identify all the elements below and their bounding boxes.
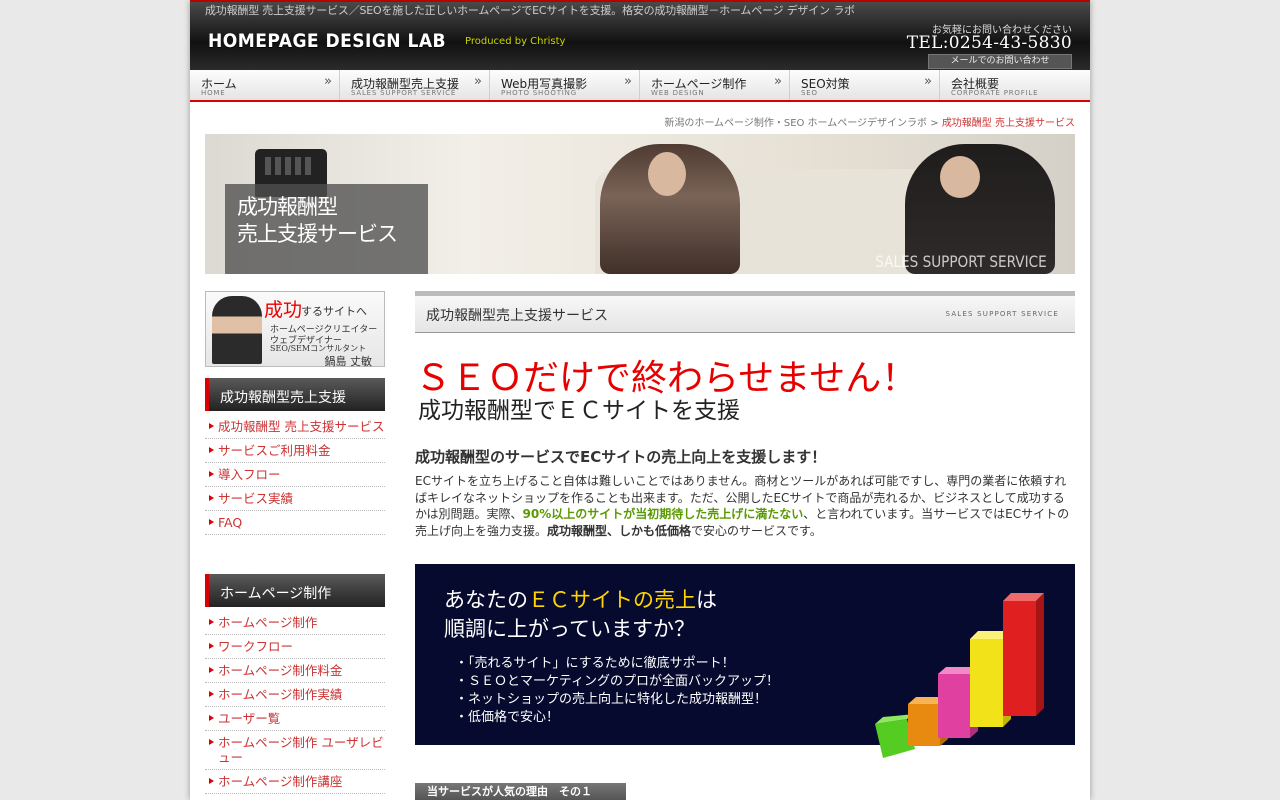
site-tagline: 成功報酬型 売上支援サービス／SEOを施した正しいホームページでECサイトを支援…: [205, 4, 855, 17]
site-logo[interactable]: HOMEPAGE DESIGN LAB: [208, 30, 446, 52]
woman-left-image: [600, 144, 740, 274]
profile-name: 鍋島 丈敏: [324, 355, 373, 368]
sidebar-item[interactable]: サービスご利用料金: [205, 439, 385, 463]
sidebar-section-title: 成功報酬型売上支援: [220, 390, 346, 406]
sidebar-item[interactable]: 成功報酬型 売上支援サービス: [205, 415, 385, 439]
double-chevron-right-icon: »: [624, 74, 632, 89]
sidebar-item[interactable]: サービス実績: [205, 487, 385, 511]
sidebar-section-heading: ホームページ制作: [205, 574, 385, 607]
sidebar-list-web-design: ホームページ制作 ワークフロー ホームページ制作料金 ホームページ制作実績 ユー…: [205, 611, 385, 794]
breadcrumb-home-link[interactable]: 新潟のホームページ制作・SEO ホームページデザインラボ: [664, 118, 927, 129]
nav-sub-label: SALES SUPPORT SERVICE: [351, 89, 457, 97]
avatar: [212, 296, 262, 364]
double-chevron-right-icon: »: [474, 74, 482, 89]
hero-title-box: 成功報酬型 売上支援サービス: [225, 184, 428, 274]
breadcrumb: 新潟のホームページ制作・SEO ホームページデザインラボ > 成功報酬型 売上支…: [664, 114, 1075, 129]
lead-highlight: 90%以上のサイトが当初期待した売上げに満たない: [522, 507, 804, 521]
nav-sub-label: CORPORATE PROFILE: [951, 89, 1039, 97]
global-nav: ホーム HOME » 成功報酬型売上支援 SALES SUPPORT SERVI…: [190, 70, 1090, 102]
main-heading: 成功報酬型売上支援サービス: [426, 308, 608, 324]
nav-web-design[interactable]: ホームページ制作 WEB DESIGN »: [640, 70, 790, 100]
main-heading-bar: 成功報酬型売上支援サービス SALES SUPPORT SERVICE: [415, 291, 1075, 333]
lead-text-part: で安心のサービスです。: [691, 523, 822, 538]
sidebar-item[interactable]: ホームページ制作料金: [205, 659, 385, 683]
site-header: 成功報酬型 売上支援サービス／SEOを施した正しいホームページでECサイトを支援…: [190, 0, 1090, 70]
bar-5: [1003, 593, 1044, 716]
breadcrumb-separator: >: [927, 118, 942, 129]
nav-home[interactable]: ホーム HOME »: [190, 70, 340, 100]
sidebar-section-heading: 成功報酬型売上支援: [205, 378, 385, 411]
sidebar-item[interactable]: 導入フロー: [205, 463, 385, 487]
produced-by: Produced by Christy: [465, 36, 566, 47]
double-chevron-right-icon: »: [774, 74, 782, 89]
nav-sub-label: WEB DESIGN: [651, 89, 705, 97]
hero-title: 成功報酬型 売上支援サービス: [237, 195, 398, 246]
nav-sub-label: PHOTO SHOOTING: [501, 89, 577, 97]
double-chevron-right-icon: »: [924, 74, 932, 89]
hero-banner: 成功報酬型 売上支援サービス SALES SUPPORT SERVICE: [205, 134, 1075, 274]
sidebar-item[interactable]: ホームページ制作: [205, 611, 385, 635]
sidebar-section-title: ホームページ制作: [220, 586, 332, 602]
catch-copy-sub: 成功報酬型でＥＣサイトを支援: [418, 398, 740, 424]
sidebar-item[interactable]: FAQ: [205, 511, 385, 535]
sidebar-item[interactable]: ホームページ制作 ユーザレビュー: [205, 731, 385, 770]
nav-sales-support[interactable]: 成功報酬型売上支援 SALES SUPPORT SERVICE »: [340, 70, 490, 100]
profile-headline: 成功: [264, 299, 303, 321]
sidebar-item[interactable]: ユーザー覧: [205, 707, 385, 731]
sidebar-item[interactable]: ワークフロー: [205, 635, 385, 659]
breadcrumb-current: 成功報酬型 売上支援サービス: [941, 118, 1075, 129]
lead-title: 成功報酬型のサービスでECサイトの売上向上を支援します！: [415, 448, 827, 466]
nav-corporate-profile[interactable]: 会社概要 CORPORATE PROFILE: [940, 70, 1090, 100]
sidebar-item[interactable]: ホームページ制作実績: [205, 683, 385, 707]
growth-bars-graphic: [875, 593, 1044, 758]
main-heading-english: SALES SUPPORT SERVICE: [945, 310, 1059, 318]
profile-headline-rest: するサイトへ: [301, 305, 367, 318]
nav-sub-label: SEO: [801, 89, 818, 97]
contact-tel: TEL:0254-43-5830: [906, 33, 1072, 53]
lead-paragraph: ECサイトを立ち上げること自体は難しいことではありません。商材とツールがあれば可…: [415, 473, 1075, 539]
sidebar-item[interactable]: ホームページ制作講座: [205, 770, 385, 794]
hero-english-caption: SALES SUPPORT SERVICE: [875, 252, 1047, 271]
double-chevron-right-icon: »: [324, 74, 332, 89]
mail-contact-button[interactable]: メールでのお問い合わせ: [928, 54, 1072, 69]
page: 成功報酬型 売上支援サービス／SEOを施した正しいホームページでECサイトを支援…: [190, 0, 1090, 800]
nav-photo-shooting[interactable]: Web用写真撮影 PHOTO SHOOTING »: [490, 70, 640, 100]
sidebar-list-sales-support: 成功報酬型 売上支援サービス サービスご利用料金 導入フロー サービス実績 FA…: [205, 415, 385, 535]
lead-bold: 成功報酬型、しかも低価格: [547, 523, 692, 538]
nav-seo[interactable]: SEO対策 SEO »: [790, 70, 940, 100]
sales-question-banner[interactable]: あなたのＥＣサイトの売上は 順調に上がっていますか？ ・「売れるサイト」にするた…: [415, 564, 1075, 758]
reason-tab: 当サービスが人気の理由 その１: [415, 783, 626, 800]
profile-banner[interactable]: 成功 するサイトへ ホームページクリエイター ウェブデザイナー SEO/SEMコ…: [205, 291, 385, 368]
nav-sub-label: HOME: [201, 89, 226, 97]
